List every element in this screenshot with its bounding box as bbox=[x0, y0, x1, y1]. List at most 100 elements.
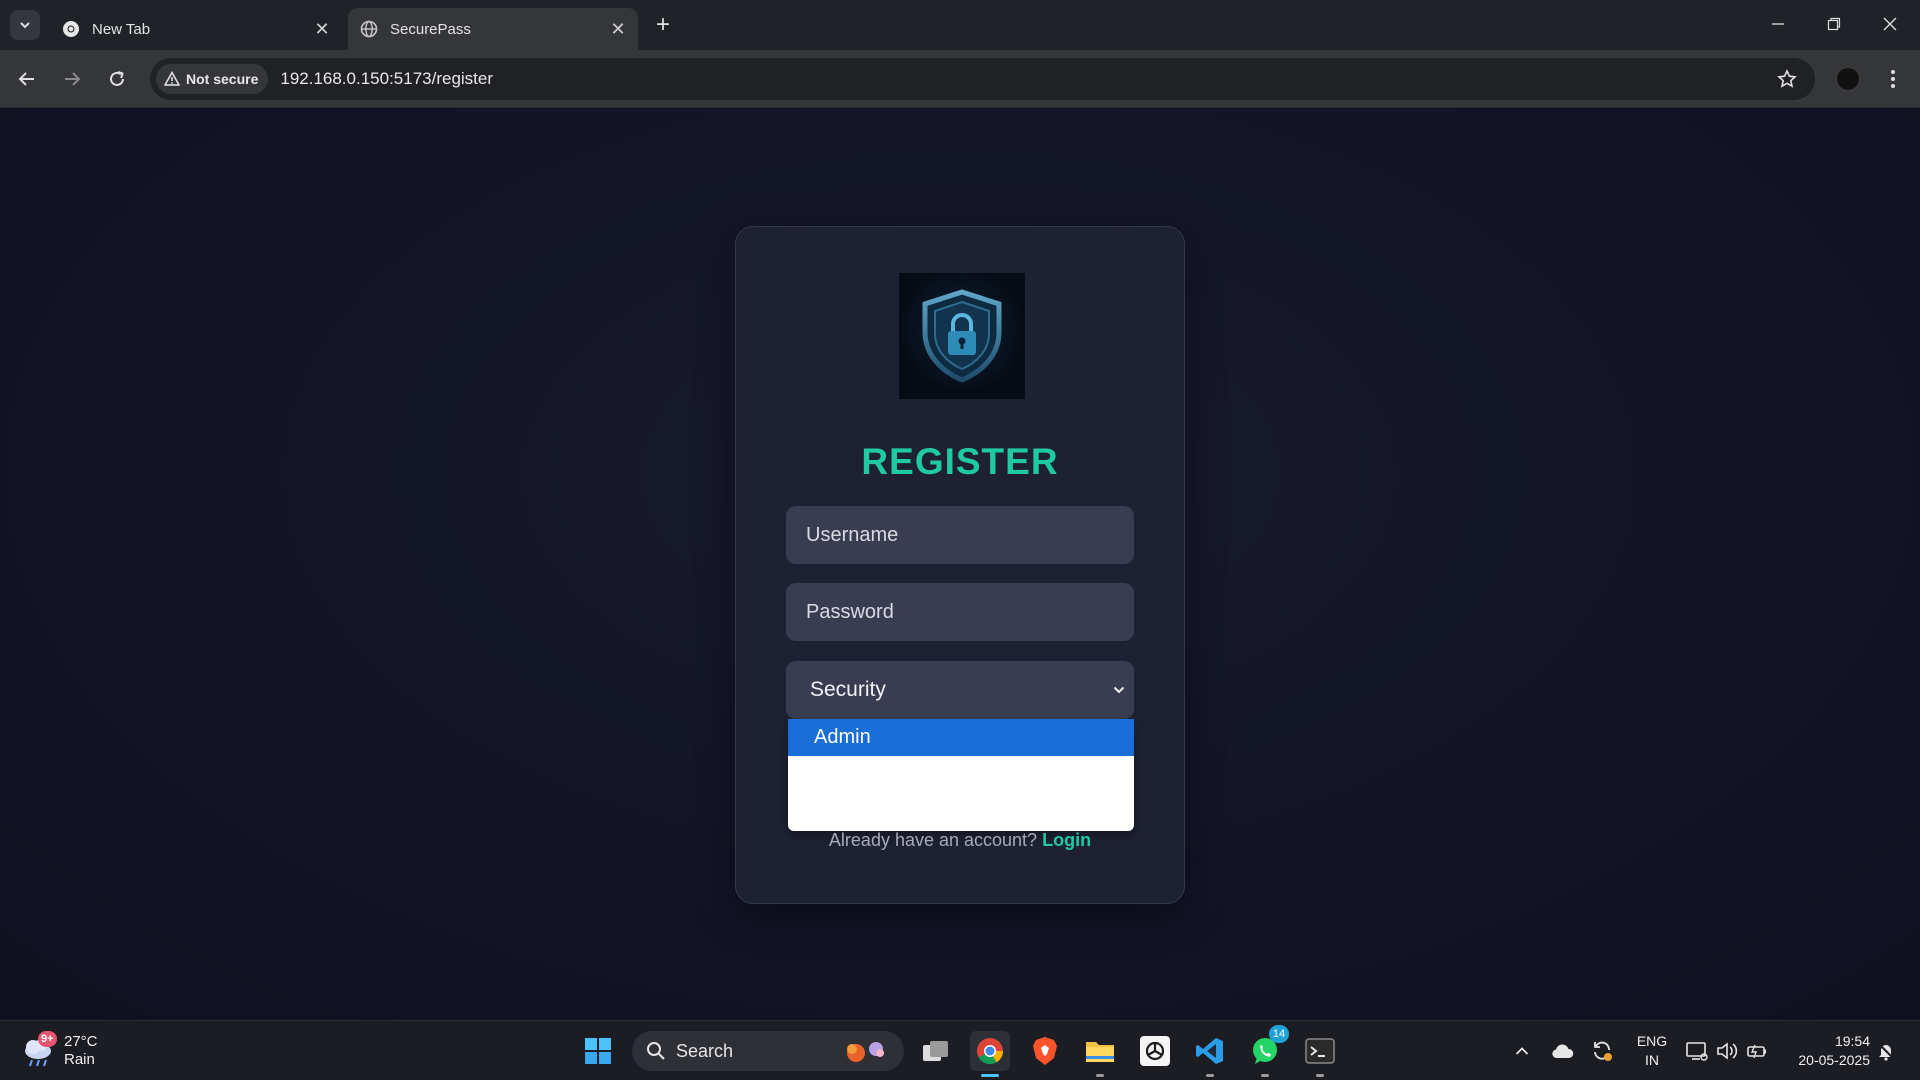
clock-date: 20-05-2025 bbox=[1798, 1052, 1870, 1068]
more-vertical-icon bbox=[1891, 70, 1895, 88]
chevron-up-icon bbox=[1515, 1047, 1529, 1055]
taskbar-vscode[interactable] bbox=[1190, 1031, 1230, 1077]
bell-icon bbox=[1878, 1043, 1894, 1061]
folder-icon bbox=[1086, 1042, 1114, 1062]
weather-condition: Rain bbox=[64, 1051, 95, 1068]
dropdown-option-admin[interactable]: Admin bbox=[788, 719, 1134, 756]
brave-lion-icon bbox=[1033, 1037, 1057, 1065]
chevron-down-icon bbox=[1110, 681, 1128, 699]
page-title: REGISTER bbox=[861, 441, 1059, 482]
taskbar-chatgpt[interactable] bbox=[1135, 1031, 1175, 1071]
reload-icon bbox=[110, 71, 124, 86]
warning-icon bbox=[164, 71, 180, 86]
tab-securepass[interactable]: SecurePass ✕ bbox=[348, 8, 638, 50]
taskbar: 9+ 27°C Rain Search 14 ENG IN 19:54 20-0… bbox=[0, 1020, 1920, 1080]
running-app-indicator bbox=[1316, 1074, 1324, 1077]
search-highlight-icon bbox=[847, 1042, 884, 1062]
tab-new-tab[interactable]: New Tab ✕ bbox=[50, 8, 342, 50]
show-hidden-icons-button[interactable] bbox=[1508, 1037, 1536, 1065]
role-select[interactable]: Security bbox=[786, 661, 1134, 719]
tab-title: New Tab bbox=[92, 20, 151, 38]
taskbar-terminal[interactable] bbox=[1300, 1031, 1340, 1077]
taskbar-chrome[interactable] bbox=[970, 1031, 1010, 1077]
role-select-value: Security bbox=[810, 678, 886, 701]
close-icon bbox=[1883, 17, 1897, 31]
volume-tray[interactable] bbox=[1713, 1037, 1741, 1065]
close-icon[interactable]: ✕ bbox=[604, 15, 632, 43]
terminal-icon bbox=[1305, 1038, 1335, 1064]
rain-cloud-icon: 9+ bbox=[20, 1031, 57, 1069]
bookmark-button[interactable] bbox=[1775, 67, 1799, 91]
battery-charging-icon bbox=[1747, 1044, 1766, 1059]
shield-lock-logo bbox=[899, 273, 1025, 399]
restore-button[interactable] bbox=[1806, 0, 1862, 48]
password-placeholder: Password bbox=[806, 600, 894, 623]
language-code: ENG bbox=[1636, 1033, 1668, 1049]
site-info-button[interactable]: Not secure bbox=[156, 64, 269, 94]
whatsapp-badge: 14 bbox=[1269, 1025, 1289, 1043]
clock[interactable]: 19:54 20-05-2025 bbox=[1780, 1032, 1870, 1070]
weather-badge: 9+ bbox=[38, 1031, 57, 1047]
windows-icon bbox=[585, 1038, 611, 1064]
role-dropdown-list: Admin bbox=[788, 719, 1134, 831]
running-app-indicator bbox=[1096, 1074, 1104, 1077]
running-app-indicator bbox=[1261, 1074, 1269, 1077]
chevron-down-icon bbox=[20, 22, 30, 29]
weather-widget[interactable]: 9+ 27°C Rain bbox=[20, 1029, 98, 1073]
address-bar[interactable]: Not secure 192.168.0.150:5173/register bbox=[150, 58, 1815, 100]
onedrive-tray[interactable] bbox=[1548, 1037, 1576, 1065]
language-region: IN bbox=[1645, 1052, 1659, 1068]
taskbar-brave[interactable] bbox=[1025, 1031, 1065, 1071]
url-text[interactable]: 192.168.0.150:5173/register bbox=[280, 69, 493, 89]
password-input[interactable]: Password bbox=[786, 583, 1134, 641]
back-button[interactable] bbox=[11, 63, 43, 95]
chrome-icon bbox=[62, 20, 80, 38]
minimize-button[interactable] bbox=[1750, 0, 1806, 48]
language-indicator[interactable]: ENG IN bbox=[1634, 1032, 1670, 1070]
browser-menu-button[interactable] bbox=[1878, 63, 1908, 95]
running-app-indicator bbox=[1206, 1074, 1214, 1077]
login-link[interactable]: Login bbox=[1042, 830, 1091, 850]
username-placeholder: Username bbox=[806, 523, 899, 546]
arrow-left-icon bbox=[18, 72, 34, 86]
close-icon[interactable]: ✕ bbox=[308, 15, 336, 43]
username-input[interactable]: Username bbox=[786, 506, 1134, 564]
battery-tray[interactable] bbox=[1743, 1037, 1771, 1065]
globe-icon bbox=[360, 20, 378, 38]
browser-tab-strip: New Tab ✕ SecurePass ✕ + bbox=[0, 0, 1920, 50]
cloud-icon bbox=[1552, 1044, 1574, 1058]
security-label: Not secure bbox=[186, 71, 259, 87]
taskbar-search[interactable]: Search bbox=[632, 1031, 904, 1071]
restore-icon bbox=[1827, 17, 1841, 31]
reload-button[interactable] bbox=[101, 63, 133, 95]
search-icon bbox=[647, 1042, 665, 1060]
weather-temperature: 27°C bbox=[64, 1033, 98, 1050]
search-label: Search bbox=[676, 1040, 734, 1061]
new-tab-button[interactable]: + bbox=[648, 10, 678, 40]
page-viewport: REGISTER Username Password Security Admi… bbox=[0, 109, 1920, 1020]
star-icon bbox=[1777, 69, 1797, 88]
profile-avatar[interactable] bbox=[1835, 66, 1861, 92]
clock-time: 19:54 bbox=[1834, 1033, 1870, 1049]
sync-tray[interactable] bbox=[1588, 1037, 1616, 1065]
shield-lock-icon bbox=[922, 289, 1002, 383]
vscode-icon bbox=[1196, 1038, 1223, 1064]
signin-prompt-text: Already have an account? bbox=[828, 830, 1038, 850]
minimize-icon bbox=[1772, 23, 1784, 25]
start-button[interactable] bbox=[578, 1031, 618, 1071]
active-app-indicator bbox=[981, 1074, 999, 1077]
browser-toolbar: Not secure 192.168.0.150:5173/register bbox=[0, 50, 1920, 108]
network-tray[interactable] bbox=[1683, 1037, 1711, 1065]
forward-button[interactable] bbox=[56, 63, 88, 95]
tab-title: SecurePass bbox=[390, 20, 471, 38]
task-view-button[interactable] bbox=[916, 1031, 956, 1071]
taskbar-file-explorer[interactable] bbox=[1080, 1031, 1120, 1077]
task-view-icon bbox=[923, 1041, 948, 1061]
tab-search-button[interactable] bbox=[10, 10, 40, 40]
speaker-icon bbox=[1717, 1042, 1738, 1060]
window-close-button[interactable] bbox=[1862, 0, 1918, 48]
arrow-right-icon bbox=[65, 72, 81, 86]
notifications-button[interactable] bbox=[1872, 1037, 1900, 1065]
taskbar-whatsapp[interactable]: 14 bbox=[1245, 1025, 1289, 1077]
chrome-icon bbox=[977, 1038, 1004, 1065]
